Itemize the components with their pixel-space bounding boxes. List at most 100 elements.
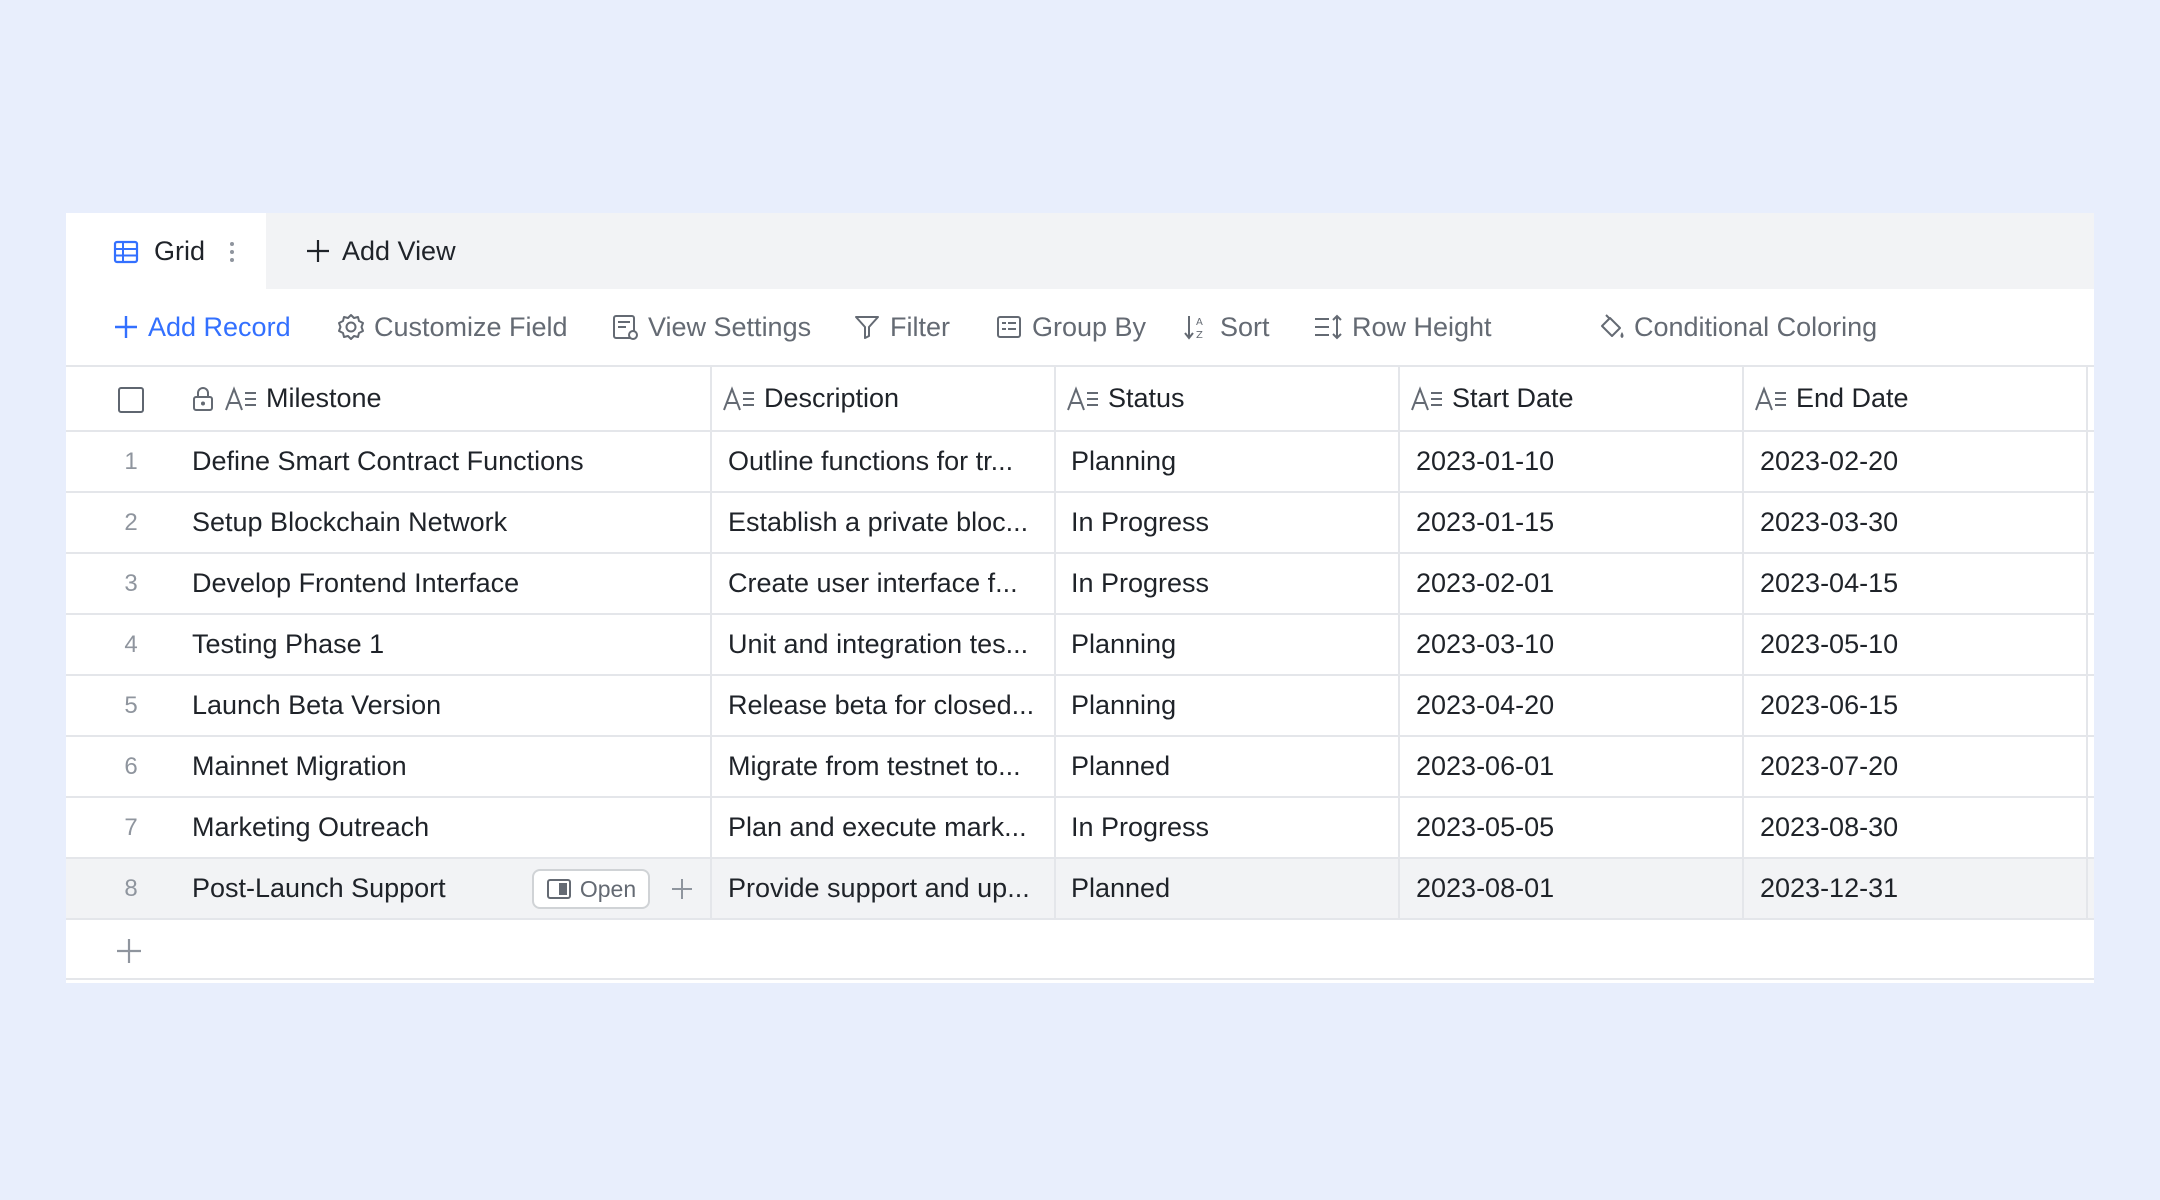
data-grid: Milestone Description Status Start Date … bbox=[66, 365, 2094, 980]
group-by-label: Group By bbox=[1032, 311, 1147, 342]
table-row[interactable]: 7 Marketing Outreach Plan and execute ma… bbox=[66, 798, 2094, 859]
table-row[interactable]: 4 Testing Phase 1 Unit and integration t… bbox=[66, 615, 2094, 676]
customize-field-label: Customize Field bbox=[374, 311, 568, 342]
table-row[interactable]: 3 Develop Frontend Interface Create user… bbox=[66, 554, 2094, 615]
column-divider bbox=[710, 859, 712, 918]
grid-table-icon bbox=[113, 240, 139, 264]
cell-start-date[interactable]: 2023-04-20 bbox=[1416, 676, 1736, 735]
cell-description[interactable]: Migrate from testnet to... bbox=[728, 737, 1048, 796]
column-divider bbox=[2086, 615, 2088, 674]
table-row[interactable]: 8 Post-Launch Support Open Provide suppo… bbox=[66, 859, 2094, 920]
column-divider bbox=[2086, 676, 2088, 735]
text-field-icon bbox=[1411, 385, 1442, 410]
table-row[interactable]: 6 Mainnet Migration Migrate from testnet… bbox=[66, 737, 2094, 798]
column-header-milestone[interactable]: Milestone bbox=[190, 367, 382, 430]
cell-description[interactable]: Provide support and up... bbox=[728, 859, 1048, 918]
cell-description[interactable]: Create user interface f... bbox=[728, 554, 1048, 613]
column-divider bbox=[2086, 859, 2088, 918]
cell-status[interactable]: Planned bbox=[1071, 859, 1391, 918]
add-icon[interactable] bbox=[668, 875, 696, 903]
cell-description[interactable]: Release beta for closed... bbox=[728, 676, 1048, 735]
cell-milestone[interactable]: Define Smart Contract Functions bbox=[192, 432, 702, 491]
cell-start-date[interactable]: 2023-01-10 bbox=[1416, 432, 1736, 491]
cell-end-date[interactable]: 2023-06-15 bbox=[1760, 676, 2080, 735]
column-divider bbox=[1398, 676, 1400, 735]
table-row[interactable]: 5 Launch Beta Version Release beta for c… bbox=[66, 676, 2094, 737]
filter-button[interactable]: Filter bbox=[852, 289, 950, 365]
column-header-status[interactable]: Status bbox=[1066, 367, 1185, 430]
cell-milestone[interactable]: Marketing Outreach bbox=[192, 798, 702, 857]
cell-description[interactable]: Plan and execute mark... bbox=[728, 798, 1048, 857]
column-divider bbox=[1742, 676, 1744, 735]
cell-milestone[interactable]: Post-Launch Support bbox=[192, 859, 522, 918]
cell-status[interactable]: In Progress bbox=[1071, 554, 1391, 613]
column-divider bbox=[1054, 615, 1056, 674]
column-divider bbox=[1398, 493, 1400, 552]
sort-button[interactable]: A Z Sort bbox=[1182, 289, 1270, 365]
table-row[interactable]: 1 Define Smart Contract Functions Outlin… bbox=[66, 432, 2094, 493]
column-divider bbox=[1742, 554, 1744, 613]
cell-description[interactable]: Establish a private bloc... bbox=[728, 493, 1048, 552]
group-by-button[interactable]: Group By bbox=[994, 289, 1146, 365]
open-record-button[interactable]: Open bbox=[532, 869, 650, 909]
add-record-button[interactable]: Add Record bbox=[112, 289, 291, 365]
cell-end-date[interactable]: 2023-04-15 bbox=[1760, 554, 2080, 613]
cell-end-date[interactable]: 2023-03-30 bbox=[1760, 493, 2080, 552]
column-header-label: Status bbox=[1108, 383, 1185, 413]
cell-status[interactable]: In Progress bbox=[1071, 798, 1391, 857]
cell-milestone[interactable]: Develop Frontend Interface bbox=[192, 554, 702, 613]
cell-milestone[interactable]: Mainnet Migration bbox=[192, 737, 702, 796]
cell-end-date[interactable]: 2023-02-20 bbox=[1760, 432, 2080, 491]
add-view-button[interactable]: Add View bbox=[304, 233, 456, 269]
cell-status[interactable]: Planning bbox=[1071, 432, 1391, 491]
cell-status[interactable]: In Progress bbox=[1071, 493, 1391, 552]
column-header-label: Start Date bbox=[1452, 383, 1574, 413]
column-divider bbox=[1054, 676, 1056, 735]
cell-start-date[interactable]: 2023-06-01 bbox=[1416, 737, 1736, 796]
cell-milestone[interactable]: Testing Phase 1 bbox=[192, 615, 702, 674]
view-settings-button[interactable]: View Settings bbox=[610, 289, 811, 365]
column-divider bbox=[1398, 737, 1400, 796]
cell-end-date[interactable]: 2023-05-10 bbox=[1760, 615, 2080, 674]
cell-start-date[interactable]: 2023-01-15 bbox=[1416, 493, 1736, 552]
conditional-coloring-button[interactable]: Conditional Coloring bbox=[1596, 289, 1877, 365]
cell-start-date[interactable]: 2023-08-01 bbox=[1416, 859, 1736, 918]
column-divider bbox=[710, 554, 712, 613]
cell-end-date[interactable]: 2023-12-31 bbox=[1760, 859, 2080, 918]
more-vertical-icon[interactable] bbox=[222, 237, 242, 267]
filter-label: Filter bbox=[890, 311, 950, 342]
row-number: 1 bbox=[124, 447, 138, 475]
column-divider bbox=[710, 493, 712, 552]
add-row-plus-icon[interactable] bbox=[114, 936, 144, 966]
column-divider bbox=[1742, 493, 1744, 552]
row-height-button[interactable]: Row Height bbox=[1312, 289, 1492, 365]
cell-start-date[interactable]: 2023-05-05 bbox=[1416, 798, 1736, 857]
cell-status[interactable]: Planned bbox=[1071, 737, 1391, 796]
column-header-label: Description bbox=[764, 383, 900, 413]
cell-description[interactable]: Unit and integration tes... bbox=[728, 615, 1048, 674]
cell-status[interactable]: Planning bbox=[1071, 676, 1391, 735]
row-number: 6 bbox=[124, 752, 138, 780]
column-divider bbox=[2086, 737, 2088, 796]
cell-end-date[interactable]: 2023-08-30 bbox=[1760, 798, 2080, 857]
sort-icon: A Z bbox=[1184, 316, 1203, 341]
row-number: 8 bbox=[124, 874, 138, 902]
cell-status[interactable]: Planning bbox=[1071, 615, 1391, 674]
select-all-checkbox[interactable] bbox=[118, 387, 144, 413]
view-settings-label: View Settings bbox=[648, 311, 812, 342]
customize-field-button[interactable]: Customize Field bbox=[336, 289, 568, 365]
cell-milestone[interactable]: Setup Blockchain Network bbox=[192, 493, 702, 552]
tab-grid[interactable]: Grid bbox=[66, 213, 266, 289]
cell-end-date[interactable]: 2023-07-20 bbox=[1760, 737, 2080, 796]
table-row[interactable]: 2 Setup Blockchain Network Establish a p… bbox=[66, 493, 2094, 554]
column-divider bbox=[1054, 432, 1056, 491]
column-header-description[interactable]: Description bbox=[722, 367, 899, 430]
cell-start-date[interactable]: 2023-02-01 bbox=[1416, 554, 1736, 613]
cell-start-date[interactable]: 2023-03-10 bbox=[1416, 615, 1736, 674]
text-field-icon bbox=[1755, 385, 1786, 410]
cell-description[interactable]: Outline functions for tr... bbox=[728, 432, 1048, 491]
column-header-start-date[interactable]: Start Date bbox=[1410, 367, 1574, 430]
view-settings-icon bbox=[613, 315, 638, 340]
column-header-end-date[interactable]: End Date bbox=[1754, 367, 1909, 430]
cell-milestone[interactable]: Launch Beta Version bbox=[192, 676, 702, 735]
